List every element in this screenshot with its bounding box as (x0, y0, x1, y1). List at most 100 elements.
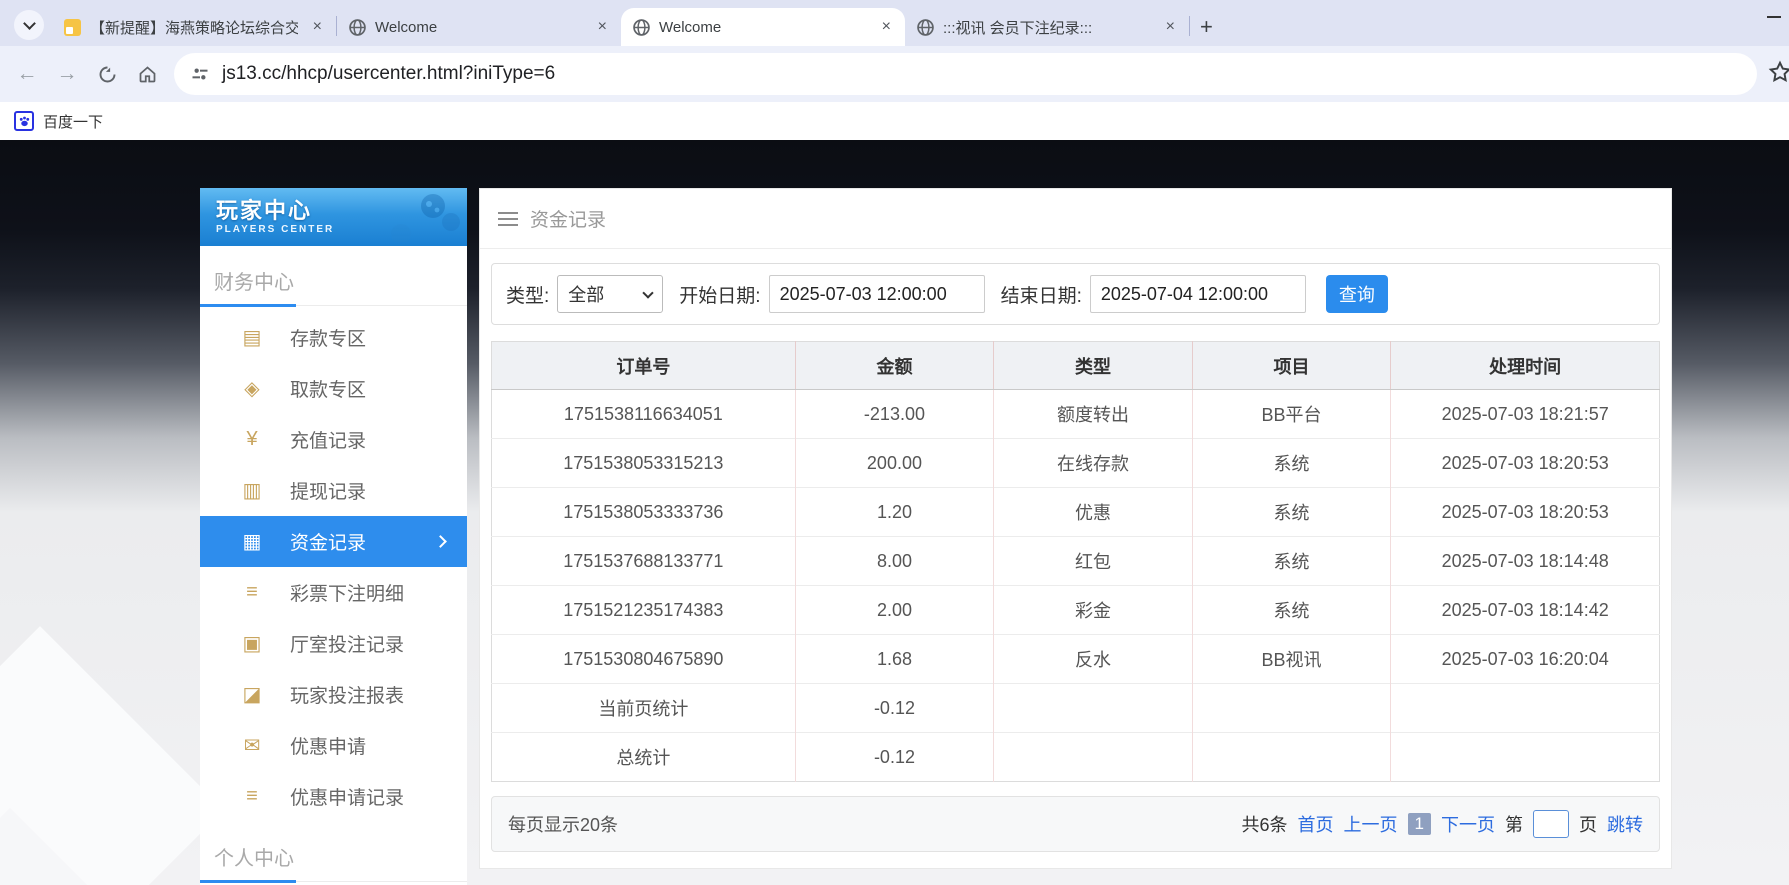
table-row: 1751538053333736 1.20 优惠 系统 2025-07-03 1… (492, 488, 1660, 537)
sidebar-item-label: 玩家投注报表 (290, 681, 404, 708)
forum-icon (64, 19, 81, 36)
bookmark-baidu[interactable]: 百度一下 (43, 111, 103, 132)
back-icon[interactable]: ← (10, 57, 44, 91)
cell-stat-amount: -0.12 (795, 733, 994, 782)
gift-envelope-icon: ✉ (240, 733, 264, 758)
cell-project: 系统 (1192, 586, 1391, 635)
prev-page-link[interactable]: 上一页 (1344, 811, 1398, 837)
address-bar[interactable]: js13.cc/hhcp/usercenter.html?iniType=6 (174, 53, 1757, 95)
site-info-icon[interactable] (190, 64, 210, 84)
new-tab-button[interactable]: + (1200, 16, 1213, 38)
sidebar-item-lottery-bet-detail[interactable]: ≡ 彩票下注明细 (200, 567, 467, 618)
home-icon[interactable] (130, 57, 164, 91)
sidebar-item-withdraw-zone[interactable]: ◈ 取款专区 (200, 363, 467, 414)
table-row: 1751530804675890 1.68 反水 BB视讯 2025-07-03… (492, 635, 1660, 684)
table-row: 1751537688133771 8.00 红包 系统 2025-07-03 1… (492, 537, 1660, 586)
close-icon[interactable]: × (307, 19, 328, 35)
tab-title: :::视讯 会员下注纪录::: (943, 17, 1151, 38)
cell-project: BB视讯 (1192, 635, 1391, 684)
search-button[interactable]: 查询 (1326, 275, 1388, 313)
filter-bar: 类型: 全部 开始日期: 结束日期: 查询 (491, 263, 1660, 325)
cell-order: 1751538116634051 (492, 390, 796, 439)
cell-amount: 200.00 (795, 439, 994, 488)
section-personal-center: 个人中心 (200, 822, 467, 882)
hand-money-icon: ◈ (240, 376, 264, 401)
chevron-down-icon (643, 287, 654, 298)
cell-amount: 2.00 (795, 586, 994, 635)
end-date-input[interactable] (1090, 275, 1306, 313)
close-icon[interactable]: × (1160, 19, 1181, 35)
cell-empty (1391, 684, 1660, 733)
cell-amount: 8.00 (795, 537, 994, 586)
start-date-label: 开始日期: (679, 281, 760, 308)
moneybag-icon: ¥ (240, 428, 264, 451)
total-count: 共6条 (1242, 811, 1288, 837)
sidebar-item-label: 提现记录 (290, 477, 366, 504)
col-amount: 金额 (795, 342, 994, 390)
cell-time: 2025-07-03 18:14:42 (1391, 586, 1660, 635)
table-header-row: 订单号 金额 类型 项目 处理时间 (492, 342, 1660, 390)
type-select[interactable]: 全部 (557, 275, 663, 313)
cell-amount: -213.00 (795, 390, 994, 439)
cell-type: 反水 (994, 635, 1193, 684)
sidebar-item-label: 厅室投注记录 (290, 630, 404, 657)
tab-video-records[interactable]: :::视讯 会员下注纪录::: × (905, 8, 1189, 46)
jump-link[interactable]: 跳转 (1607, 811, 1643, 837)
sidebar-item-promo-apply[interactable]: ✉ 优惠申请 (200, 720, 467, 771)
close-icon[interactable]: × (876, 19, 897, 35)
page-title: 资金记录 (530, 205, 606, 232)
chart-icon: ◪ (240, 682, 264, 707)
forward-icon[interactable]: → (50, 57, 84, 91)
start-date-input[interactable] (769, 275, 985, 313)
chevron-down-icon (23, 17, 36, 30)
sidebar-item-deposit[interactable]: ▤ 存款专区 (200, 312, 467, 363)
sidebar-item-label: 取款专区 (290, 375, 366, 402)
table-row: 1751538053315213 200.00 在线存款 系统 2025-07-… (492, 439, 1660, 488)
pagination-controls: 共6条 首页 上一页 1 下一页 第 页 跳转 (1242, 810, 1643, 838)
sidebar-item-label: 充值记录 (290, 426, 366, 453)
type-label: 类型: (506, 281, 549, 308)
url-text[interactable]: js13.cc/hhcp/usercenter.html?iniType=6 (222, 63, 555, 85)
cell-time: 2025-07-03 18:21:57 (1391, 390, 1660, 439)
tab-search-button[interactable] (14, 10, 44, 40)
cell-project: BB平台 (1192, 390, 1391, 439)
player-center-sidebar: 玩家中心 PLAYERS CENTER 财务中心 ▤ 存款专区 ◈ 取款专区 ¥… (200, 188, 467, 885)
cell-order: 1751538053315213 (492, 439, 796, 488)
col-project: 项目 (1192, 342, 1391, 390)
window-minimize-button[interactable] (1767, 16, 1781, 18)
reload-icon[interactable] (90, 57, 124, 91)
jump-page-input[interactable] (1533, 810, 1569, 838)
tab-title: 【新提醒】海燕策略论坛综合交 (90, 17, 298, 38)
next-page-link[interactable]: 下一页 (1441, 811, 1495, 837)
cell-type: 额度转出 (994, 390, 1193, 439)
sidebar-item-recharge-record[interactable]: ¥ 充值记录 (200, 414, 467, 465)
close-icon[interactable]: × (592, 19, 613, 35)
sidebar-item-withdraw-record[interactable]: ▥ 提现记录 (200, 465, 467, 516)
sidebar-item-promo-apply-record[interactable]: ≡ 优惠申请记录 (200, 771, 467, 822)
cell-amount: 1.20 (795, 488, 994, 537)
sidebar-item-hall-bet-record[interactable]: ▣ 厅室投注记录 (200, 618, 467, 669)
cell-empty (994, 684, 1193, 733)
col-type: 类型 (994, 342, 1193, 390)
page-prefix-label: 第 (1505, 811, 1523, 837)
cell-type: 在线存款 (994, 439, 1193, 488)
list-icon: ≡ (240, 785, 264, 808)
col-order-no: 订单号 (492, 342, 796, 390)
bookmark-star-icon[interactable] (1767, 59, 1789, 90)
table-stats-row: 总统计 -0.12 (492, 733, 1660, 782)
funds-record-panel: 资金记录 类型: 全部 开始日期: 结束日期: 查询 订单号 (479, 188, 1672, 869)
cell-project: 系统 (1192, 537, 1391, 586)
end-date-label: 结束日期: (1001, 281, 1082, 308)
sidebar-item-label: 优惠申请 (290, 732, 366, 759)
tab-forum[interactable]: 【新提醒】海燕策略论坛综合交 × (52, 8, 336, 46)
per-page-label: 每页显示20条 (508, 811, 618, 837)
tab-welcome-2-active[interactable]: Welcome × (621, 8, 905, 46)
sidebar-item-funds-record[interactable]: ▦ 资金记录 (200, 516, 467, 567)
panel-body: 类型: 全部 开始日期: 结束日期: 查询 订单号 金额 类型 (480, 249, 1671, 868)
chevron-right-icon (434, 535, 447, 548)
first-page-link[interactable]: 首页 (1298, 811, 1334, 837)
tab-welcome-1[interactable]: Welcome × (337, 8, 621, 46)
cell-time: 2025-07-03 18:20:53 (1391, 488, 1660, 537)
cash-icon: ▥ (240, 478, 264, 503)
sidebar-item-player-bet-report[interactable]: ◪ 玩家投注报表 (200, 669, 467, 720)
